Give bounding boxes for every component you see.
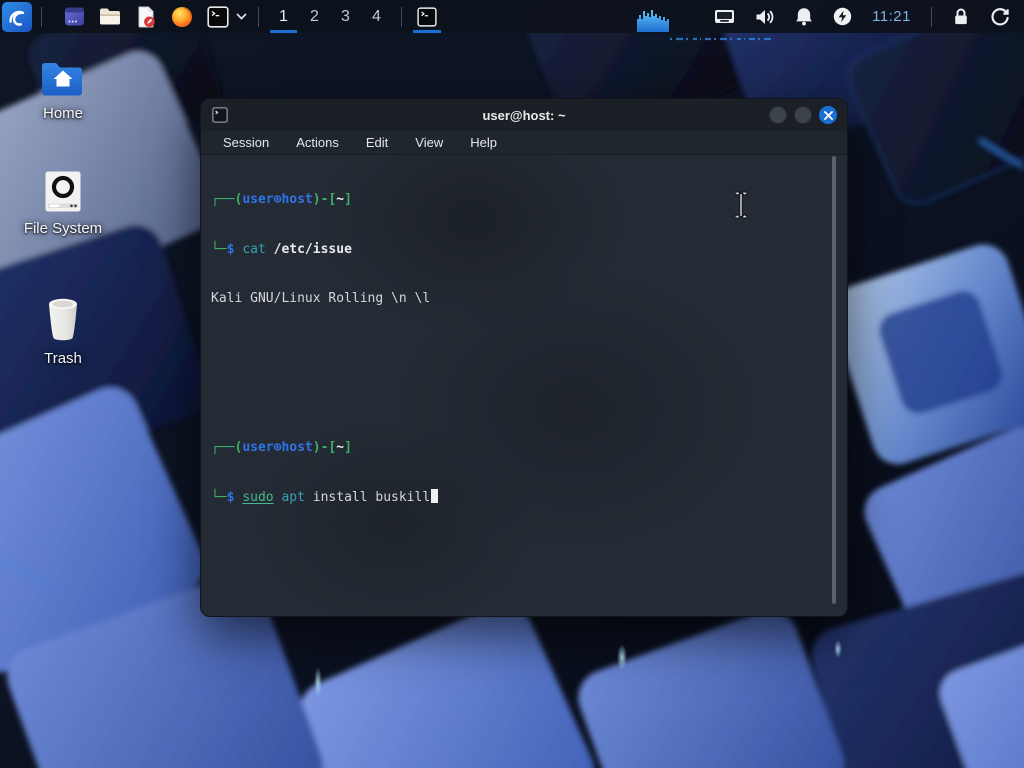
terminal-icon [417, 7, 437, 27]
command-line-1: └─$ cat /etc/issue [211, 242, 847, 259]
window-titlebar[interactable]: user@host: ~ [201, 99, 847, 131]
workspace-4[interactable]: 4 [361, 0, 392, 33]
terminal-content[interactable]: ┌──(user⊕host)-[~] └─$ cat /etc/issue Ka… [201, 155, 847, 616]
desktop-root: 1 2 3 4 [0, 0, 1024, 768]
prompt-line-1: ┌──(user⊕host)-[~] [211, 192, 847, 209]
command-line-2: └─$ sudo apt install buskill [211, 489, 847, 507]
logout-button[interactable] [990, 7, 1010, 27]
notifications-button[interactable] [795, 7, 813, 26]
keyboard-icon [714, 8, 735, 25]
active-workspace-indicator [270, 30, 297, 33]
minimize-button[interactable] [769, 106, 787, 124]
active-window-indicator [413, 30, 441, 33]
lock-icon [952, 7, 970, 26]
workspace-4-label: 4 [372, 8, 381, 25]
keyboard-layout-button[interactable] [714, 8, 735, 25]
panel-separator [41, 7, 42, 27]
kali-menu-button[interactable] [2, 2, 32, 32]
panel-separator [258, 7, 259, 27]
cpu-graph-history [670, 28, 774, 46]
document-edit-icon [136, 6, 156, 28]
speaker-icon [755, 8, 775, 26]
launcher-text-editor[interactable] [133, 2, 159, 32]
desktop-icon-filesystem[interactable]: File System [15, 170, 111, 237]
terminal-scrollbar[interactable] [832, 156, 836, 604]
terminal-window: user@host: ~ Session Act [200, 98, 848, 617]
workspace-3-label: 3 [341, 8, 350, 25]
lock-screen-button[interactable] [952, 7, 970, 26]
window-menubar: Session Actions Edit View Help [201, 131, 847, 155]
chevron-down-icon [236, 13, 247, 20]
workspace-2[interactable]: 2 [299, 0, 330, 33]
menu-actions[interactable]: Actions [295, 133, 340, 152]
launcher-app-window[interactable] [61, 2, 87, 32]
kali-dragon-icon [6, 6, 28, 28]
clock[interactable]: 11:21 [872, 8, 911, 25]
logout-icon [990, 7, 1010, 27]
close-button[interactable] [819, 106, 837, 124]
folder-icon [99, 7, 121, 26]
power-manager-button[interactable] [833, 7, 852, 26]
menu-edit[interactable]: Edit [365, 133, 389, 152]
workspace-3[interactable]: 3 [330, 0, 361, 33]
output-line-1: Kali GNU/Linux Rolling \n \l [211, 291, 847, 308]
workspace-1-label: 1 [279, 8, 288, 25]
top-panel: 1 2 3 4 [0, 0, 1024, 33]
home-folder-icon [40, 58, 86, 98]
desktop-icon-home-label: Home [43, 105, 83, 122]
panel-separator [401, 7, 402, 27]
panel-separator [931, 7, 932, 27]
terminal-dropdown-button[interactable] [233, 2, 249, 32]
prompt-line-2: ┌──(user⊕host)-[~] [211, 440, 847, 457]
terminal-text-cursor [431, 489, 438, 503]
taskbar-terminal-window-button[interactable] [411, 0, 443, 33]
desktop-icon-home[interactable]: Home [15, 58, 111, 122]
window-title: user@host: ~ [201, 108, 847, 123]
cpu-graph-icon[interactable] [637, 9, 669, 37]
power-icon [833, 7, 852, 26]
desktop-icon-trash-label: Trash [44, 350, 82, 367]
trash-icon [44, 296, 82, 343]
desktop-icon-filesystem-label: File System [24, 220, 102, 237]
app-window-icon [64, 6, 85, 27]
maximize-button[interactable] [794, 106, 812, 124]
bell-icon [795, 7, 813, 26]
launcher-file-manager[interactable] [97, 2, 123, 32]
launcher-terminal[interactable] [205, 2, 231, 32]
workspace-1[interactable]: 1 [268, 0, 299, 33]
menu-view[interactable]: View [414, 133, 444, 152]
terminal-icon [207, 6, 229, 28]
launcher-firefox[interactable] [169, 2, 195, 32]
firefox-icon [171, 6, 193, 28]
menu-help[interactable]: Help [469, 133, 498, 152]
hard-drive-icon [44, 170, 82, 213]
menu-session[interactable]: Session [222, 133, 270, 152]
desktop-icon-trash[interactable]: Trash [15, 296, 111, 367]
blank-line [211, 390, 847, 407]
close-icon [824, 111, 833, 120]
workspace-2-label: 2 [310, 8, 319, 25]
volume-button[interactable] [755, 8, 775, 26]
blank-line [211, 341, 847, 358]
